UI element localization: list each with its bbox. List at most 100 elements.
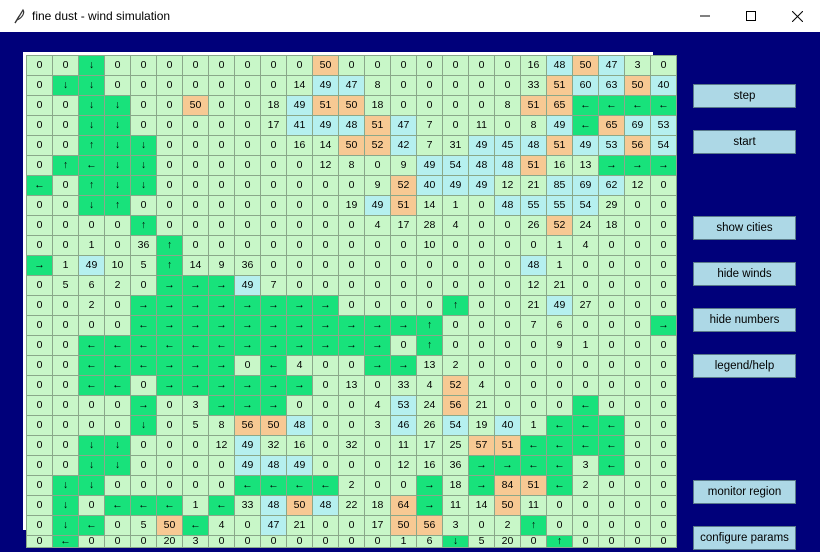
grid-cell[interactable]: 0 <box>651 436 676 455</box>
grid-cell[interactable]: 0 <box>313 256 338 275</box>
grid-cell[interactable]: 9 <box>391 156 416 175</box>
grid-cell[interactable]: 8 <box>495 96 520 115</box>
grid-cell[interactable]: 3 <box>183 396 208 415</box>
grid-cell[interactable]: ↓ <box>105 116 130 135</box>
grid-cell[interactable]: 0 <box>79 536 104 547</box>
grid-cell[interactable]: 0 <box>521 356 546 375</box>
grid-cell[interactable]: 11 <box>521 496 546 515</box>
grid-cell[interactable]: 0 <box>157 136 182 155</box>
grid-cell[interactable]: 0 <box>131 436 156 455</box>
grid-cell[interactable]: 17 <box>261 116 286 135</box>
grid-cell[interactable]: 0 <box>365 56 390 75</box>
grid-cell[interactable]: 0 <box>157 436 182 455</box>
grid-cell[interactable]: 4 <box>287 356 312 375</box>
grid-cell[interactable]: → <box>131 396 156 415</box>
grid-cell[interactable]: 0 <box>53 456 78 475</box>
grid-cell[interactable]: 0 <box>469 76 494 95</box>
grid-cell[interactable]: 12 <box>313 156 338 175</box>
grid-cell[interactable]: 0 <box>27 236 52 255</box>
grid-cell[interactable]: 0 <box>287 256 312 275</box>
grid-cell[interactable]: 0 <box>261 536 286 547</box>
grid-cell[interactable]: 0 <box>261 156 286 175</box>
grid-cell[interactable]: 0 <box>495 276 520 295</box>
grid-cell[interactable]: 46 <box>391 416 416 435</box>
grid-cell[interactable]: 0 <box>365 536 390 547</box>
grid-cell[interactable]: 0 <box>183 476 208 495</box>
grid-cell[interactable]: → <box>235 396 260 415</box>
grid-cell[interactable]: 0 <box>235 76 260 95</box>
grid-cell[interactable]: ← <box>261 476 286 495</box>
grid-cell[interactable]: 20 <box>157 536 182 547</box>
grid-cell[interactable]: 1 <box>53 256 78 275</box>
grid-cell[interactable]: ← <box>105 376 130 395</box>
grid-cell[interactable]: 28 <box>417 216 442 235</box>
grid-cell[interactable]: 0 <box>651 456 676 475</box>
grid-cell[interactable]: 69 <box>625 116 650 135</box>
grid-cell[interactable]: 0 <box>131 196 156 215</box>
grid-cell[interactable]: ← <box>547 456 572 475</box>
grid-cell[interactable]: 48 <box>521 136 546 155</box>
grid-cell[interactable]: → <box>469 456 494 475</box>
grid-cell[interactable]: ↑ <box>105 196 130 215</box>
grid-cell[interactable]: ← <box>521 456 546 475</box>
grid-cell[interactable]: 3 <box>573 456 598 475</box>
grid-cell[interactable]: 16 <box>547 156 572 175</box>
grid-cell[interactable]: 0 <box>339 356 364 375</box>
grid-cell[interactable]: 0 <box>53 416 78 435</box>
grid-cell[interactable]: 0 <box>27 356 52 375</box>
grid-cell[interactable]: 60 <box>573 76 598 95</box>
grid-cell[interactable]: 0 <box>573 516 598 535</box>
grid-cell[interactable]: 0 <box>651 176 676 195</box>
grid-cell[interactable]: 0 <box>235 356 260 375</box>
grid-cell[interactable]: → <box>625 156 650 175</box>
grid-cell[interactable]: ← <box>547 476 572 495</box>
grid-cell[interactable]: 0 <box>625 476 650 495</box>
grid-cell[interactable]: 0 <box>625 256 650 275</box>
grid-cell[interactable]: 0 <box>573 376 598 395</box>
grid-cell[interactable]: ↑ <box>443 296 468 315</box>
grid-cell[interactable]: ↓ <box>53 516 78 535</box>
grid-cell[interactable]: 0 <box>469 336 494 355</box>
grid-cell[interactable]: 0 <box>391 56 416 75</box>
grid-cell[interactable]: ← <box>105 336 130 355</box>
grid-cell[interactable]: 11 <box>391 436 416 455</box>
grid-cell[interactable]: 50 <box>287 496 312 515</box>
grid-cell[interactable]: ↑ <box>521 516 546 535</box>
grid-cell[interactable]: 0 <box>27 296 52 315</box>
grid-cell[interactable]: 0 <box>131 96 156 115</box>
grid-cell[interactable]: 0 <box>625 536 650 547</box>
grid-cell[interactable]: ↓ <box>443 536 468 547</box>
grid-cell[interactable]: 0 <box>547 516 572 535</box>
grid-cell[interactable]: 0 <box>469 216 494 235</box>
grid-cell[interactable]: 0 <box>287 276 312 295</box>
grid-cell[interactable]: 0 <box>105 76 130 95</box>
grid-cell[interactable]: ← <box>131 356 156 375</box>
grid-cell[interactable]: 6 <box>547 316 572 335</box>
grid-cell[interactable]: 0 <box>261 136 286 155</box>
grid-cell[interactable]: 0 <box>521 376 546 395</box>
grid-cell[interactable]: 0 <box>651 196 676 215</box>
grid-cell[interactable]: 0 <box>443 56 468 75</box>
grid-cell[interactable]: 33 <box>521 76 546 95</box>
grid-cell[interactable]: 0 <box>183 436 208 455</box>
grid-cell[interactable]: 0 <box>547 356 572 375</box>
grid-cell[interactable]: 55 <box>521 196 546 215</box>
grid-cell[interactable]: 50 <box>573 56 598 75</box>
grid-cell[interactable]: → <box>209 356 234 375</box>
grid-cell[interactable]: → <box>287 376 312 395</box>
grid-cell[interactable]: 10 <box>105 256 130 275</box>
grid-cell[interactable]: 0 <box>313 216 338 235</box>
grid-cell[interactable]: 45 <box>495 136 520 155</box>
grid-cell[interactable]: 0 <box>313 176 338 195</box>
grid-cell[interactable]: ↓ <box>53 76 78 95</box>
grid-cell[interactable]: → <box>157 296 182 315</box>
grid-cell[interactable]: 0 <box>339 276 364 295</box>
grid-cell[interactable]: 0 <box>157 96 182 115</box>
grid-cell[interactable]: 0 <box>521 396 546 415</box>
grid-cell[interactable]: → <box>235 296 260 315</box>
grid-cell[interactable]: 0 <box>651 476 676 495</box>
grid-cell[interactable]: 0 <box>183 216 208 235</box>
grid-cell[interactable]: 49 <box>313 76 338 95</box>
grid-cell[interactable]: → <box>365 316 390 335</box>
grid-cell[interactable]: ← <box>573 436 598 455</box>
